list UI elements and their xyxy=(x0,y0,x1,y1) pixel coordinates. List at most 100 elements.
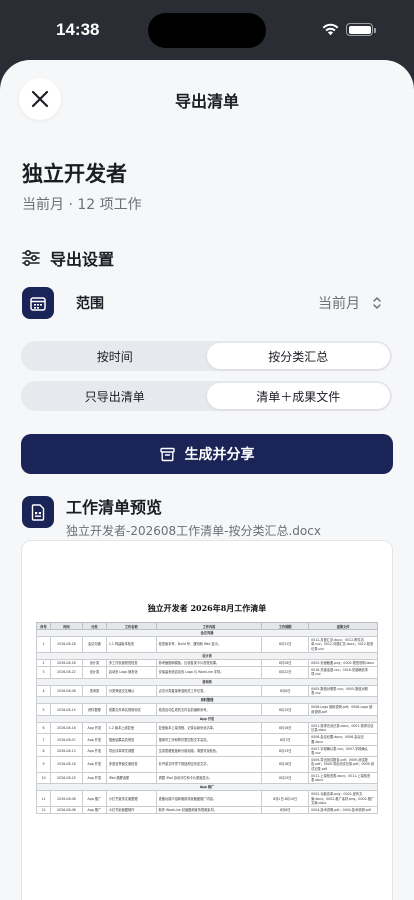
segment-by-time[interactable]: 按时间 xyxy=(23,343,207,369)
cell-deadline: 8月2日-8月10日 xyxy=(261,790,310,808)
cell-cat: App 开发 xyxy=(81,733,107,746)
cell-cat: 咨询类 xyxy=(81,684,107,698)
battery-icon xyxy=(346,23,376,36)
preview-title: 工作清单预览 xyxy=(66,498,163,517)
cell-files: 0012-月度汇总.docx；0012-附件清单.csv；0012-问题汇总.d… xyxy=(308,636,378,653)
segment-list-with-files[interactable]: 清单＋成果文件 xyxy=(206,383,390,409)
col-header: 工作名称 xyxy=(105,622,157,630)
cell-no: 12 xyxy=(36,806,51,815)
cell-name: 1.2 版本上线复盘 xyxy=(105,722,157,735)
cell-files: 0004-技术说明.pdf；0004-技术说明.pdf xyxy=(308,806,378,815)
document-preview[interactable]: 独立开发者 2026年8月工作清单 序号 时间 分类 工作名称 工作内容 工作期… xyxy=(21,540,393,900)
cell-content: 检查版本号、Build 号、通知和 iPad 显示。 xyxy=(155,636,263,653)
cell-no: 6 xyxy=(36,722,51,735)
group-name: App 推广 xyxy=(36,783,378,792)
sheet-title: 导出清单 xyxy=(174,92,239,111)
cell-name: 多语言界面文案检查 xyxy=(105,756,157,773)
col-header: 工作内容 xyxy=(155,622,263,630)
preview-header: 工作清单预览 独立开发者-202608工作清单-按分类汇总.docx xyxy=(22,494,321,539)
table-group-row: 咨询类 xyxy=(36,677,378,686)
group-name: 资料整理 xyxy=(36,696,378,705)
cell-cat: App 开发 xyxy=(81,771,107,785)
segment-by-category[interactable]: 按分类汇总 xyxy=(206,343,390,369)
table-group-row: 资料整理 xyxy=(36,696,378,705)
table-group-row: 会议沟通 xyxy=(36,628,378,638)
cell-content: 参考截图和模板，比较各类卡片视觉效果。 xyxy=(155,659,263,668)
cell-files: 0005-页面截图.png；0005-视觉说明.docx xyxy=(308,659,378,668)
cell-content: 补齐英文环境下按钮和空状态文字。 xyxy=(155,756,263,773)
cell-date: 2026-08-28 xyxy=(49,636,83,653)
range-label: 范围 xyxy=(76,296,104,312)
export-settings-heading: 导出设置 xyxy=(22,246,114,270)
document-table-header: 序号 时间 分类 工作名称 工作内容 工作期限 成果文件 xyxy=(36,622,378,630)
cell-content: 检查自动生成的文件名前缀和序号。 xyxy=(155,703,263,716)
cell-cat: App 开发 xyxy=(81,744,107,758)
table-row: 1 2026-08-28 会议沟通 1.1 构建版本检查 检查版本号、Build 号、通… xyxy=(36,636,378,653)
table-row: 4 2026-08-08 咨询类 分类筛选交互确认 点击分类直接筛选相关工作记录。 8月8… xyxy=(36,684,378,698)
sliders-icon xyxy=(22,250,40,266)
document-table: 序号 时间 分类 工作名称 工作内容 工作期限 成果文件 会议沟通 1 2026-0… xyxy=(36,622,378,815)
cell-cat: 资料整理 xyxy=(81,703,107,716)
export-sheet: 导出清单 独立开发者 当前月 · 12 项工作 导出设置 范围 当前月 按时间 … xyxy=(0,60,414,900)
grouping-segmented-control: 按时间 按分类汇总 xyxy=(21,341,392,371)
segment-list-only[interactable]: 只导出清单 xyxy=(23,383,207,409)
table-group-row: App 推广 xyxy=(36,783,378,792)
cell-no: 1 xyxy=(36,636,51,653)
cell-name: 导出清单样式调整 xyxy=(105,744,157,758)
cell-content: 复盘版本上架流程、记录后续优化清单。 xyxy=(155,722,263,735)
range-picker[interactable]: 范围 当前月 xyxy=(22,284,392,322)
col-header: 时间 xyxy=(49,622,83,630)
cell-cat: App 开发 xyxy=(81,722,107,735)
cell-no: 8 xyxy=(36,744,51,758)
export-settings-label: 导出设置 xyxy=(50,250,115,269)
col-header: 工作期限 xyxy=(261,622,310,630)
cell-name: 分类筛选交互确认 xyxy=(105,684,157,698)
group-name: 会议沟通 xyxy=(36,628,378,638)
cell-date: 2026-08-26 xyxy=(49,659,83,668)
cell-no: 11 xyxy=(36,790,51,808)
generate-share-button[interactable]: 生成并分享 xyxy=(21,434,393,474)
cell-deadline: 8月8日 xyxy=(261,684,310,698)
cell-date: 2026-08-08 xyxy=(49,806,83,815)
cell-files: 0009-导出测试报告.pdf；0009-测试报告.pdf；0009-导出测试记… xyxy=(308,756,378,773)
cell-content: 搜索时工作和附件里匹配文字高亮。 xyxy=(155,733,263,746)
table-row: 5 2026-08-15 资料整理 成果文件命名规则测试 检查自动生成的文件名前缀和序号… xyxy=(36,703,378,716)
group-name: 咨询类 xyxy=(36,677,378,686)
cell-files: 0006-会议纪要.docx；0006-会议纪要.docx xyxy=(308,733,378,746)
cell-content: 仅保留系统启动页 Logo 与 WorkLine 字样。 xyxy=(155,666,263,679)
dynamic-island xyxy=(148,13,266,48)
cell-name: 小红书封面图制作 xyxy=(105,806,157,815)
cell-content: 准备功能介绍和使用场景截图推广内容。 xyxy=(155,790,263,808)
document-icon xyxy=(22,496,54,528)
cell-files: 0011-上架检查表.docx；0011-上架检查表.docx xyxy=(308,771,378,785)
cell-files: 0001-需求访谈记录.docx；0001-需求访谈记录.docx xyxy=(308,722,378,735)
table-row: 9 2026-08-18 App 开发 多语言界面文案检查 补齐英文环境下按钮和空状态文… xyxy=(36,756,378,773)
cell-date: 2026-08-08 xyxy=(49,684,83,698)
table-row: 7 2026-08-07 App 开发 搜索结果高亮修复 搜索时工作和附件里匹配文字高亮… xyxy=(36,733,378,746)
preview-filename: 独立开发者-202608工作清单-按分类汇总.docx xyxy=(66,524,321,538)
document-table-body: 会议沟通 1 2026-08-28 会议沟通 1.1 构建版本检查 检查版本号、Build… xyxy=(36,628,378,815)
cell-content: 生成表格宽度和分组标题、调整背景颜色。 xyxy=(155,744,263,758)
archive-icon xyxy=(159,447,175,461)
table-group-row: 设计类 xyxy=(36,651,378,661)
cell-name: 1.1 构建版本检查 xyxy=(105,636,157,653)
table-row: 10 2026-08-25 App 开发 iPad 横屏适配 调整 iPad 自动分栏和… xyxy=(36,771,378,785)
cell-files: 0008-Logo 使用说明.pdf；0008-Logo 使用说明.pdf xyxy=(308,703,378,716)
cell-date: 2026-08-06 xyxy=(49,790,83,808)
cell-files: 0005-数值对照表.csv；0005-数值对照表.csv xyxy=(308,684,378,698)
page-subtitle: 当前月 · 12 项工作 xyxy=(22,197,142,213)
table-row: 2 2026-08-26 设计类 多工作页面视觉检查 参考截图和模板，比较各类卡片视觉效… xyxy=(36,659,378,668)
cell-date: 2026-08-16 xyxy=(49,722,83,735)
cell-cat: 会议沟通 xyxy=(81,636,107,653)
cell-no: 10 xyxy=(36,771,51,785)
col-header: 成果文件 xyxy=(308,622,378,630)
table-group-row: App 开发 xyxy=(36,714,378,724)
cell-no: 5 xyxy=(36,703,51,716)
cell-no: 2 xyxy=(36,659,51,668)
table-row: 6 2026-08-16 App 开发 1.2 版本上线复盘 复盘版本上架流程、记录后续… xyxy=(36,722,378,735)
cell-content: 点击分类直接筛选相关工作记录。 xyxy=(155,684,263,698)
chevron-up-down-icon xyxy=(373,297,381,309)
cell-cat: 设计类 xyxy=(81,659,107,668)
cell-deadline: 8月25日 xyxy=(261,771,310,785)
cell-content: 制作 WorkLine 封面图和宣传视频素材。 xyxy=(155,806,263,815)
